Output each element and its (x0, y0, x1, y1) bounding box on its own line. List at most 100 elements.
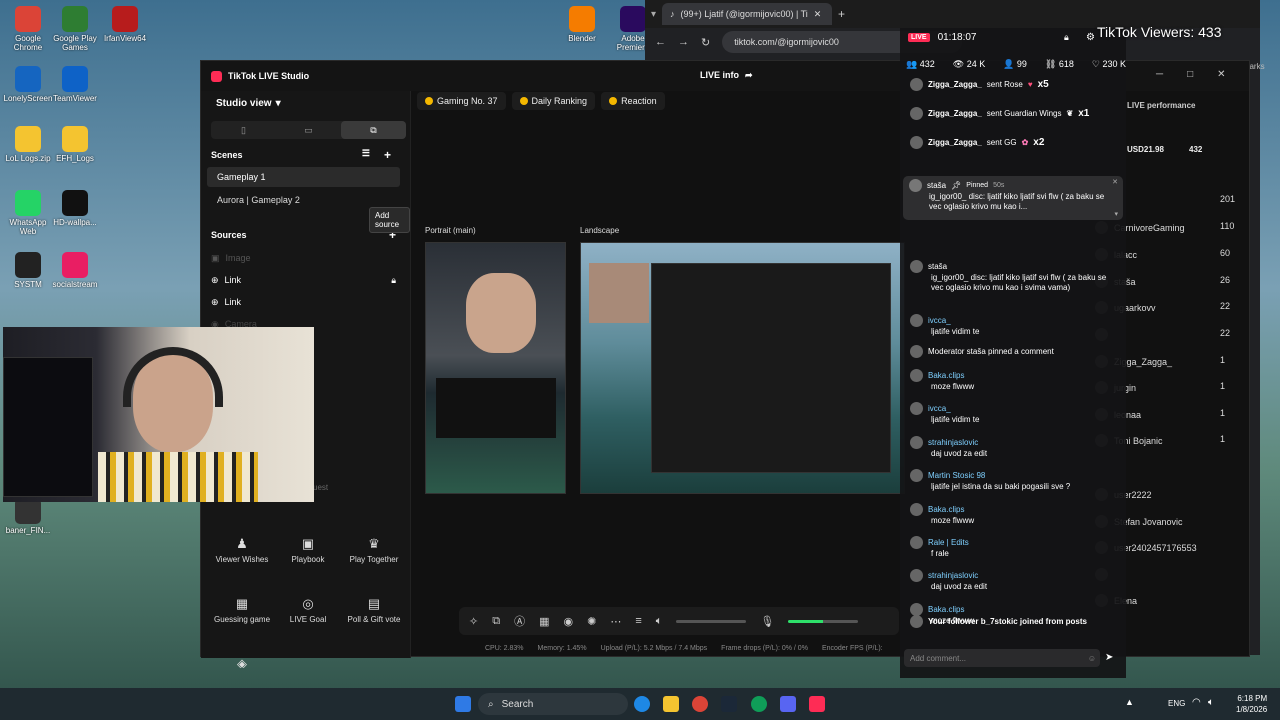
chat-username[interactable]: ivcca_ (928, 316, 951, 325)
close-pinned-icon[interactable]: ✕ (1112, 178, 1118, 186)
play-together-button[interactable]: ♛ Play Together (341, 536, 407, 564)
start-icon[interactable] (455, 696, 471, 712)
chat-message[interactable]: ivcca_ ljatife vidim te (910, 402, 1120, 425)
daily-ranking-chip[interactable]: Daily Ranking (511, 92, 596, 110)
live-goal-button[interactable]: ◎ LIVE Goal (275, 596, 341, 624)
browser-tab[interactable]: ♪ (99+) Ljatif (@igormijovic00) | Ti ✕ (662, 3, 833, 25)
add-scene-icon[interactable]: + (384, 148, 391, 162)
chat-message[interactable]: Baka.clips moze flwww (910, 369, 1120, 392)
effects-icon[interactable]: ✺ (587, 615, 596, 628)
desktop-icon[interactable]: Blender (557, 6, 607, 43)
chat-username[interactable]: Baka.clips (928, 605, 964, 614)
desktop-icon[interactable]: LonelyScreen (3, 66, 53, 103)
chat-username[interactable]: Baka.clips (928, 371, 964, 380)
clock[interactable]: 6:18 PM 1/8/2026 (1236, 693, 1267, 715)
chat-username[interactable]: strahinjaslovic (928, 438, 978, 447)
chat-message[interactable]: strahinjaslovic daj uvod za edit (910, 436, 1120, 459)
chat-username[interactable]: strahinjaslovic (928, 571, 978, 580)
settings-icon[interactable]: ⚙ (1086, 32, 1095, 43)
layout-icon[interactable]: ▦ (539, 615, 549, 628)
emoji-icon[interactable]: ☺ (1088, 654, 1096, 663)
chat-username[interactable]: Rale | Edits (928, 538, 969, 547)
reload-icon[interactable]: ↻ (701, 36, 710, 49)
speaker-icon[interactable]: 🔈︎ (656, 615, 663, 628)
landscape-layout-button[interactable]: ▭ (276, 121, 341, 139)
desktop-icon[interactable]: IrfanView64 (100, 6, 150, 43)
guessing-game-button[interactable]: ▦ Guessing game (209, 596, 275, 624)
desktop-icon[interactable]: LoL Logs.zip (3, 126, 53, 163)
forward-icon[interactable]: → (678, 36, 689, 48)
chat-message[interactable]: ivcca_ ljatife vidim te (910, 314, 1120, 337)
landscape-preview[interactable] (580, 242, 905, 494)
source-item[interactable]: ▣ Image (201, 247, 406, 269)
discord-icon[interactable] (780, 696, 796, 712)
scene-item[interactable]: Gameplay 1 (207, 167, 400, 187)
comment-box[interactable]: Add comment... ☺ (904, 649, 1100, 667)
mic-volume-slider[interactable] (788, 619, 859, 623)
chrome-icon-2[interactable] (751, 696, 767, 712)
lang-indicator[interactable]: ENG (1168, 699, 1185, 708)
list-icon[interactable]: ☰ (362, 148, 370, 162)
desktop-icon[interactable]: TeamViewer (50, 66, 100, 103)
desktop-icon[interactable]: socialstream (50, 252, 100, 289)
dual-layout-button[interactable]: ⧉ (341, 121, 406, 139)
volume-icon[interactable]: 🔈︎ (1208, 697, 1214, 708)
chat-username[interactable]: Baka.clips (928, 505, 964, 514)
chat-username[interactable]: staša (928, 262, 947, 271)
studio-view-selector[interactable]: Studio view ▾ (216, 98, 281, 109)
chat-message[interactable]: Baka.clips moze flwww (910, 503, 1120, 526)
tiktok-studio-icon[interactable] (809, 696, 825, 712)
chat-message[interactable]: Rale | Edits f rale (910, 536, 1120, 559)
pinned-comment[interactable]: staša 📌︎ Pinned 50s ig_igor00_ disc: lja… (903, 176, 1123, 220)
wifi-icon[interactable]: ◠ (1192, 697, 1201, 708)
playbook-button[interactable]: ▣ Playbook (275, 536, 341, 564)
desktop-icon[interactable]: HD-wallpa... (50, 190, 100, 227)
maximize-button[interactable]: □ (1187, 69, 1193, 80)
poll-gift-vote-button[interactable]: ▤ Poll & Gift vote (341, 596, 407, 624)
sliders-icon[interactable]: ≡ (635, 615, 641, 627)
gift-gallery-button[interactable]: ◈ (209, 656, 275, 668)
chat-username[interactable]: ivcca_ (928, 404, 951, 413)
source-item[interactable]: ⊕ Link 🔒︎ (201, 269, 406, 291)
chat-username[interactable]: Martin Stosic 98 (928, 471, 985, 480)
more-icon[interactable]: ⋯ (610, 615, 621, 628)
record-icon[interactable]: ◉ (563, 615, 573, 628)
chrome-icon[interactable] (692, 696, 708, 712)
gaming-rank-chip[interactable]: Gaming No. 37 (417, 92, 506, 110)
speaker-volume-slider[interactable] (676, 619, 747, 623)
tab-list-icon[interactable]: ▾ (651, 9, 656, 20)
close-tab-icon[interactable]: ✕ (814, 9, 822, 20)
live-info-button[interactable]: LIVE info ➦ (700, 70, 753, 81)
close-button[interactable]: ✕ (1217, 69, 1225, 80)
minimize-button[interactable]: ─ (1156, 69, 1163, 80)
desktop-icon[interactable]: WhatsApp Web (3, 190, 53, 236)
back-icon[interactable]: ← (655, 36, 666, 48)
folder-icon[interactable] (663, 696, 679, 712)
crop-icon[interactable]: ⧉ (492, 615, 500, 628)
chat-message[interactable]: Moderator staša pinned a comment (910, 345, 1120, 358)
new-tab-icon[interactable]: + (838, 7, 845, 21)
mic-icon[interactable]: 🎙︎ (760, 615, 774, 628)
tray-chevron-icon[interactable]: ▲ (1125, 697, 1134, 707)
desktop-icon[interactable]: baner_FIN... (3, 498, 53, 535)
lock-icon[interactable]: 🔒︎ (391, 275, 396, 286)
desktop-icon[interactable]: Google Chrome (3, 6, 53, 52)
taskbar-search[interactable]: ⌕ Search (478, 693, 628, 715)
viewer-wishes-button[interactable]: ♟ Viewer Wishes (209, 536, 275, 564)
edge-icon[interactable] (634, 696, 650, 712)
desktop-icon[interactable]: SYSTM (3, 252, 53, 289)
ai-icon[interactable]: Ⓐ (514, 613, 525, 629)
desktop-icon[interactable]: Google Play Games (50, 6, 100, 52)
desktop-icon[interactable]: EFH_Logs (50, 126, 100, 163)
expand-pinned-icon[interactable]: ▾ (1114, 210, 1118, 218)
chat-message[interactable]: strahinjaslovic daj uvod za edit (910, 569, 1120, 592)
magic-icon[interactable]: ✧ (469, 615, 478, 628)
steam-icon[interactable] (721, 696, 737, 712)
send-icon[interactable]: ➤ (1105, 652, 1113, 663)
source-item[interactable]: ⊕ Link (201, 291, 406, 313)
chat-message[interactable]: staša ig_igor00_ disc: ljatif kiko ljatif… (910, 260, 1120, 293)
portrait-layout-button[interactable]: ▯ (211, 121, 276, 139)
lock-icon[interactable]: 🔒︎ (1064, 32, 1069, 43)
chat-message[interactable]: Martin Stosic 98 ljatife jel istina da su… (910, 469, 1120, 492)
portrait-preview[interactable] (425, 242, 566, 494)
